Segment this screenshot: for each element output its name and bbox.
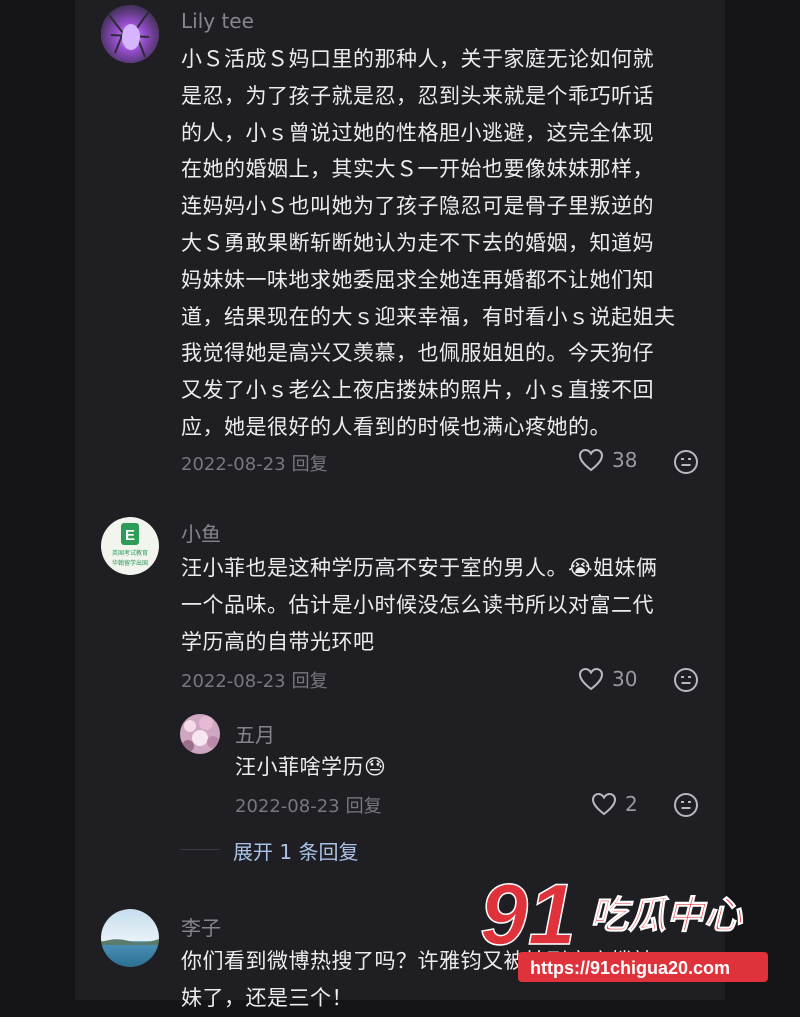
comment-text: 汪小菲也是这种学历高不安于室的男人。😭姐妹俩 一个品味。估计是小时候没怎么读书所… xyxy=(181,550,711,660)
watermark-brand: 吃瓜中心 xyxy=(590,893,743,937)
like-count: 2 xyxy=(625,792,638,816)
like-button[interactable]: 30 xyxy=(578,667,637,691)
comment-line: 道，结果现在的大ｓ迎来幸福，有时看小ｓ说起姐夫 xyxy=(181,304,676,329)
reply-button[interactable]: 回复 xyxy=(292,671,328,692)
watermark-logo: 91 吃瓜中心 https://91chigua20.com xyxy=(479,862,780,992)
avatar[interactable]: E 英国考试教育 华翰留学出国 xyxy=(101,517,159,575)
emoji-react-icon[interactable] xyxy=(673,667,699,697)
comment-author[interactable]: 小鱼 xyxy=(181,518,221,547)
comment-line: 一个品味。估计是小时候没怎么读书所以对富二代 xyxy=(181,592,654,617)
heart-icon xyxy=(578,667,604,691)
heart-icon xyxy=(578,448,604,472)
like-button[interactable]: 2 xyxy=(591,792,638,816)
comment-line: 的人，小ｓ曾说过她的性格胆小逃避，这完全体现 xyxy=(181,120,654,145)
watermark-url: https://91chigua20.com xyxy=(530,958,730,978)
like-button[interactable]: 38 xyxy=(578,448,637,472)
comment-line: 在她的婚姻上，其实大Ｓ一开始也要像妹妹那样， xyxy=(181,157,654,182)
comment-author[interactable]: Lily tee xyxy=(181,9,254,33)
reply-avatar[interactable] xyxy=(180,714,220,754)
svg-text:E: E xyxy=(125,527,135,544)
reply-date: 2022-08-23 xyxy=(235,796,340,817)
comment-line: 连妈妈小Ｓ也叫她为了孩子隐忍可是骨子里叛逆的 xyxy=(181,194,654,219)
comment-line: 又发了小ｓ老公上夜店搂妹的照片，小ｓ直接不回 xyxy=(181,378,654,403)
comment-line: 学历高的自带光环吧 xyxy=(181,629,375,654)
avatar[interactable] xyxy=(101,5,159,63)
comment-line: 小Ｓ活成Ｓ妈口里的那种人，关于家庭无论如何就 xyxy=(181,47,654,71)
avatar-logo-text: 英国考试教育 xyxy=(112,549,148,557)
like-count: 38 xyxy=(612,448,638,472)
comment-date: 2022-08-23 xyxy=(181,671,286,692)
comment-line: 我觉得她是高兴又羡慕，也佩服姐姐的。今天狗仔 xyxy=(181,341,654,366)
comment-line: 应，她是很好的人看到的时候也满心疼她的。 xyxy=(181,414,611,439)
comment-line: 汪小菲也是这种学历高不安于室的男人。😭姐妹俩 xyxy=(181,556,658,580)
emoji-react-icon[interactable] xyxy=(673,792,699,822)
reply-button[interactable]: 回复 xyxy=(292,454,328,475)
comment-date: 2022-08-23 xyxy=(181,454,286,475)
like-count: 30 xyxy=(612,667,638,691)
avatar-logo-text: 华翰留学出国 xyxy=(112,559,148,567)
watermark-number: 91 xyxy=(480,867,576,963)
emoji-react-icon[interactable] xyxy=(673,449,699,479)
expand-replies-button[interactable]: 展开 1 条回复 xyxy=(233,836,358,865)
comment-text: 小Ｓ活成Ｓ妈口里的那种人，关于家庭无论如何就 是忍，为了孩子就是忍，忍到头来就是… xyxy=(181,41,711,446)
comment-line: 大Ｓ勇敢果断斩断她认为走不下去的婚姻，知道妈 xyxy=(181,230,654,255)
reply-author[interactable]: 五月 xyxy=(235,719,275,748)
reply-meta: 2022-08-23 回复 xyxy=(235,792,382,818)
avatar[interactable] xyxy=(101,909,159,967)
heart-icon xyxy=(591,792,617,816)
comment-line: 是忍，为了孩子就是忍，忍到头来就是个乖巧听话 xyxy=(181,83,654,108)
comment-meta: 2022-08-23 回复 xyxy=(181,450,328,476)
comment-panel: Lily tee 小Ｓ活成Ｓ妈口里的那种人，关于家庭无论如何就 是忍，为了孩子就… xyxy=(75,0,725,1010)
comment-meta: 2022-08-23 回复 xyxy=(181,667,328,693)
reply-text: 汪小菲啥学历😓 xyxy=(235,755,387,779)
reply-button[interactable]: 回复 xyxy=(346,796,382,817)
comment-author[interactable]: 李子 xyxy=(181,912,221,941)
comment-line: 妈妹妹一味地求她委屈求全她连再婚都不让她们知 xyxy=(181,267,654,292)
divider xyxy=(180,849,220,850)
